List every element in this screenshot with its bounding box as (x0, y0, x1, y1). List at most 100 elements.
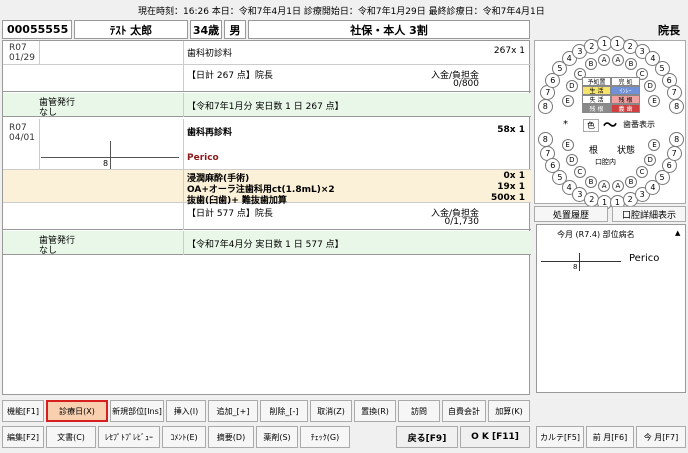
legend-item: 残 根 (611, 95, 640, 104)
insert-button[interactable]: 挿入(I) (166, 400, 206, 422)
month-summary: 【令和7年1月分 実日数 1 日 267 点】 (187, 102, 344, 112)
procedure-points: 267x 1 (493, 46, 525, 56)
tooth-upper-8[interactable]: 8 (669, 98, 685, 114)
dental-chart[interactable]: 87654321123456788765432112345678EDCBAABC… (534, 35, 686, 211)
tooth-deciduous-upper-E[interactable]: E (648, 95, 661, 108)
karte-button[interactable]: カルテ[F5] (536, 426, 584, 448)
legend-item: 失 活 (582, 95, 611, 104)
oral-label: 口腔内 (595, 158, 616, 166)
delete-button[interactable]: 削除_[-] (260, 400, 308, 422)
daily-total: 【日計 267 点】院長 (187, 71, 273, 81)
treatment-date-button[interactable]: 診療日(X) (46, 400, 108, 422)
doctor-label: 院長 (658, 23, 680, 37)
legend-item: 予処置 (582, 77, 611, 86)
tooth-deciduous-lower-E[interactable]: E (648, 138, 661, 151)
legend-item: 完 処 (611, 77, 640, 86)
procedure-label: 歯科再診料 (187, 128, 233, 138)
ok-button[interactable]: O K [F11] (460, 426, 530, 448)
legend-item: ｲﾝﾚｰ (611, 86, 640, 95)
medicine-button[interactable]: 薬剤(S) (256, 426, 298, 448)
tooth-deciduous-upper-D[interactable]: D (644, 80, 657, 93)
document-button[interactable]: 文書(C) (46, 426, 96, 448)
patient-id: 00055555 (2, 20, 72, 39)
legend-item: 義 歯 (611, 104, 640, 113)
tooth-deciduous-lower-B[interactable]: B (624, 175, 637, 188)
receipt-preview-button[interactable]: ﾚｾﾌﾟﾄﾌﾟﾚﾋﾞｭｰ (98, 426, 160, 448)
legend-item: 生 活 (582, 86, 611, 95)
tooth-deciduous-upper-B[interactable]: B (585, 58, 598, 71)
current-month-button[interactable]: 今 月[F7] (636, 426, 686, 448)
payment-value: 0/1,730 (444, 217, 479, 227)
tooth-upper-7[interactable]: 7 (666, 85, 682, 101)
diagnosis-label: Perico (187, 153, 219, 163)
comment-button[interactable]: ｺﾒﾝﾄ(E) (162, 426, 206, 448)
new-site-button[interactable]: 新規部位[Ins] (110, 400, 164, 422)
insurance-label: 社保・本人 3割 (248, 20, 530, 39)
replace-button[interactable]: 置換(R) (354, 400, 396, 422)
star-button[interactable]: * (563, 119, 568, 130)
tooth-deciduous-lower-E[interactable]: E (561, 138, 574, 151)
tooth-deciduous-lower-C[interactable]: C (636, 166, 649, 179)
tooth-deciduous-lower-D[interactable]: D (565, 153, 578, 166)
item-points: 0x 1 (503, 171, 525, 181)
visit-button[interactable]: 訪問 (398, 400, 440, 422)
tooth-deciduous-lower-B[interactable]: B (585, 175, 598, 188)
monthly-title: 今月 (R7.4) 部位病名 (557, 230, 635, 239)
payment-value: 0/800 (453, 79, 479, 89)
tooth-deciduous-upper-D[interactable]: D (565, 80, 578, 93)
month-summary-row: 歯管発行 なし 【令和7年1月分 実日数 1 日 267 点】 (3, 93, 531, 118)
tooth-deciduous-lower-C[interactable]: C (573, 166, 586, 179)
patient-name: ﾃｽﾄ 太郎 (74, 20, 188, 39)
procedure-points: 58x 1 (497, 125, 525, 135)
self-pay-button[interactable]: 自費会計 (442, 400, 486, 422)
procedure-label: 歯科初診料 (187, 49, 233, 59)
issue-value: なし (39, 246, 58, 256)
edit-button[interactable]: 編集[F2] (2, 426, 44, 448)
check-button[interactable]: ﾁｪｯｸ(G) (300, 426, 350, 448)
item-points: 500x 1 (491, 193, 525, 203)
cancel-button[interactable]: 取消(Z) (310, 400, 352, 422)
daily-total: 【日計 577 点】院長 (187, 209, 273, 219)
back-button[interactable]: 戻る[F9] (396, 426, 458, 448)
month-summary-row: 歯管発行 なし 【令和7年4月分 実日数 1 日 577 点】 (3, 231, 531, 256)
record-date: 04/01 (9, 133, 35, 143)
treatment-history-button[interactable]: 処置履歴 (534, 206, 608, 222)
monthly-diagnosis-panel[interactable]: 今月 (R7.4) 部位病名 ▲ 8 Perico (536, 224, 686, 393)
tooth-deciduous-upper-E[interactable]: E (561, 95, 574, 108)
record-date: 01/29 (9, 53, 35, 63)
tooth-deciduous-lower-D[interactable]: D (644, 153, 657, 166)
tooth-lower-7[interactable]: 7 (666, 145, 682, 161)
karte-record-panel[interactable]: R07 01/29 歯科初診料 267x 1 【日計 267 点】院長 入金/負… (2, 40, 531, 395)
tooth-deciduous-lower-A[interactable]: A (611, 180, 624, 193)
tooth-deciduous-upper-A[interactable]: A (611, 53, 624, 66)
previous-month-button[interactable]: 前 月[F6] (586, 426, 634, 448)
summary-button[interactable]: 摘要(D) (208, 426, 254, 448)
tooth-deciduous-upper-B[interactable]: B (624, 58, 637, 71)
tooth-upper-8[interactable]: 8 (537, 98, 553, 114)
color-button[interactable]: 色 (583, 119, 599, 132)
legend-item: 残 根 (582, 104, 611, 113)
patient-age: 34歳 (190, 20, 222, 39)
scroll-up-icon[interactable]: ▲ (675, 229, 683, 237)
status-text: 現在時刻：16:26 本日：令和7年4月1日 診療開始日：令和7年1月29日 最… (138, 7, 545, 17)
record-date-era: R07 (9, 123, 27, 133)
tooth-number-display-button[interactable]: 歯番表示 (623, 119, 655, 130)
tooth-number: 8 (103, 159, 109, 168)
state-button[interactable]: 状態 (617, 143, 635, 156)
procedure-items: 浸潤麻酔(手術) 0x 1 OA+オーラ注歯科用ct(1.8mL)×2 19x … (3, 169, 531, 206)
tooth-lower-8[interactable]: 8 (669, 132, 685, 148)
tooth-deciduous-upper-A[interactable]: A (598, 53, 611, 66)
add-button[interactable]: 追加_[+] (208, 400, 258, 422)
issue-value: なし (39, 108, 58, 118)
oral-detail-button[interactable]: 口腔詳細表示 (612, 206, 686, 222)
tilde-button[interactable]: 〜 (603, 115, 617, 135)
tooth-number: 8 (573, 263, 578, 271)
function-button[interactable]: 機能[F1] (2, 400, 44, 422)
tooth-deciduous-lower-A[interactable]: A (598, 180, 611, 193)
chart-buttons: 処置履歴 口腔詳細表示 (534, 206, 686, 224)
addition-button[interactable]: 加算(K) (488, 400, 530, 422)
root-button[interactable]: 根 (589, 143, 598, 156)
color-legend: 予処置 完 処 生 活 ｲﾝﾚｰ 失 活 残 根 残 根 義 歯 (582, 77, 640, 115)
record-row[interactable]: R07 01/29 歯科初診料 267x 1 (3, 41, 531, 91)
record-date-era: R07 (9, 43, 27, 53)
